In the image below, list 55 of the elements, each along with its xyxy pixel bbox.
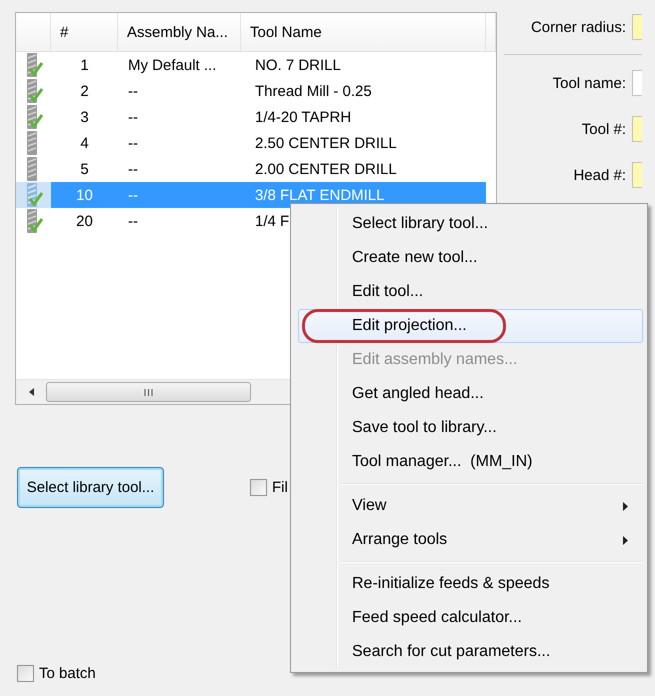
assembly-name: My Default ... [127,56,218,76]
tool-row[interactable]: 1 My Default ... NO. 7 DRILL [16,52,496,78]
menu-item[interactable]: Create new tool... [298,241,643,275]
menu-item[interactable]: Save tool to library... [298,411,643,445]
tool-name: Thread Mill - 0.25 [255,82,372,100]
assembly-name: -- [127,82,139,102]
scroll-left-arrow-icon[interactable] [28,388,34,396]
tool-number: 2 [79,82,90,102]
tool-number: 3 [79,108,90,128]
tool-name: 3/8 FLAT ENDMILL [255,186,384,204]
assembly-name: -- [118,182,241,208]
tool-number: 1 [79,56,90,76]
column-header[interactable]: Tool Name [241,13,486,51]
field-label: Head #: [573,166,626,184]
field-label: Tool name: [552,74,626,92]
checkbox[interactable] [250,479,267,496]
input-field[interactable] [632,14,642,40]
menu-item[interactable]: Edit tool... [298,275,643,309]
column-header[interactable]: # [51,13,118,51]
select-library-tool-button[interactable]: Select library tool... [17,467,164,508]
tool-name: 1/4 F [255,212,290,230]
menu-item[interactable]: Re-initialize feeds & speeds [298,567,643,601]
input-field[interactable] [632,70,642,96]
assembly-name: -- [127,108,139,128]
menu-item[interactable]: Search for cut parameters... [298,635,643,669]
input-field[interactable] [632,162,642,188]
tool-row[interactable]: 2 -- Thread Mill - 0.25 [16,78,496,104]
field-label: Tool #: [582,120,626,138]
checkbox-label: Fil [272,479,288,496]
menu-item[interactable]: View [298,489,643,523]
tool-name: 2.50 CENTER DRILL [255,134,397,152]
field-label: Corner radius: [530,18,626,36]
tool-row[interactable]: 3 -- 1/4-20 TAPRH [16,104,496,130]
assembly-name: -- [127,134,139,154]
tool-number: 20 [75,212,94,232]
menu-item[interactable]: Arrange tools [298,523,643,557]
menu-item[interactable]: Feed speed calculator... [298,601,643,635]
checkbox-label: To batch [39,665,96,682]
column-header[interactable]: Assembly Na... [118,13,241,51]
tool-row[interactable]: 5 -- 2.00 CENTER DRILL [16,156,496,182]
tool-number: 4 [79,134,90,154]
grip-icon [144,388,153,396]
tool-row[interactable]: 4 -- 2.50 CENTER DRILL [16,130,496,156]
menu-item[interactable]: Tool manager... (MM_IN) [298,445,643,479]
tool-name: 1/4-20 TAPRH [255,108,352,126]
tool-number: 5 [79,160,90,180]
menu-item[interactable]: Select library tool... [298,207,643,241]
assembly-name: -- [127,212,139,232]
checkbox[interactable] [17,665,34,682]
tool-name: 2.00 CENTER DRILL [255,160,397,178]
assembly-name: -- [127,160,139,180]
tool-name: NO. 7 DRILL [255,56,341,74]
tool-number: 10 [51,182,118,208]
input-field[interactable] [632,116,642,142]
menu-item[interactable]: Get angled head... [298,377,643,411]
